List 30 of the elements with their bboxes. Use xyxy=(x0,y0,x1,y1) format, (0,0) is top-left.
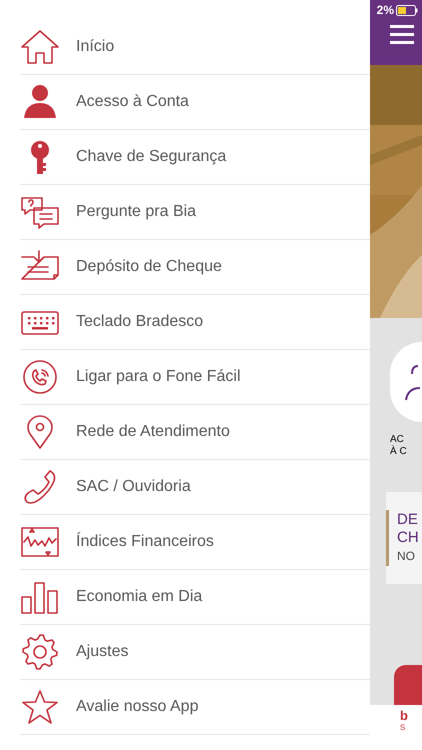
menu-item[interactable]: Acesso à Conta xyxy=(20,75,370,130)
menu-item[interactable]: Teclado Bradesco xyxy=(20,295,370,350)
menu-item[interactable]: Rede de Atendimento xyxy=(20,405,370,460)
battery-icon xyxy=(396,4,418,16)
menu-item[interactable]: Chave de Segurança xyxy=(20,130,370,185)
menu-item[interactable]: Pergunte pra Bia xyxy=(20,185,370,240)
person-outline-icon xyxy=(404,362,422,402)
menu-item[interactable]: Depósito de Cheque xyxy=(20,240,370,295)
phone-circle-icon xyxy=(20,359,60,395)
menu-item[interactable]: Ligar para o Fone Fácil xyxy=(20,350,370,405)
bar-chart-icon xyxy=(20,579,60,615)
logo-text: b xyxy=(400,709,408,723)
logo-subtext: S xyxy=(400,723,406,733)
menu-item[interactable]: Economia em Dia xyxy=(20,570,370,625)
card-subtitle: NO xyxy=(397,548,416,565)
house-icon xyxy=(20,29,60,65)
chat-bubbles-icon xyxy=(20,194,60,230)
deposit-card[interactable]: DE CH NO xyxy=(386,492,422,584)
menu-icon[interactable] xyxy=(390,24,414,46)
shortcut-tile[interactable] xyxy=(394,665,422,705)
gear-icon xyxy=(20,634,60,670)
account-label: AC À C xyxy=(390,434,407,458)
card-title: DE CH xyxy=(397,511,419,547)
menu-item[interactable]: Ajustes xyxy=(20,625,370,680)
menu-item[interactable]: SAC / Ouvidoria xyxy=(20,460,370,515)
star-icon xyxy=(20,689,60,725)
menu-item[interactable]: Índices Financeiros xyxy=(20,515,370,570)
menu-item[interactable]: Avalie nosso App xyxy=(20,680,370,735)
battery-percent: 2% xyxy=(376,2,394,19)
menu-item[interactable]: Início xyxy=(20,20,370,75)
